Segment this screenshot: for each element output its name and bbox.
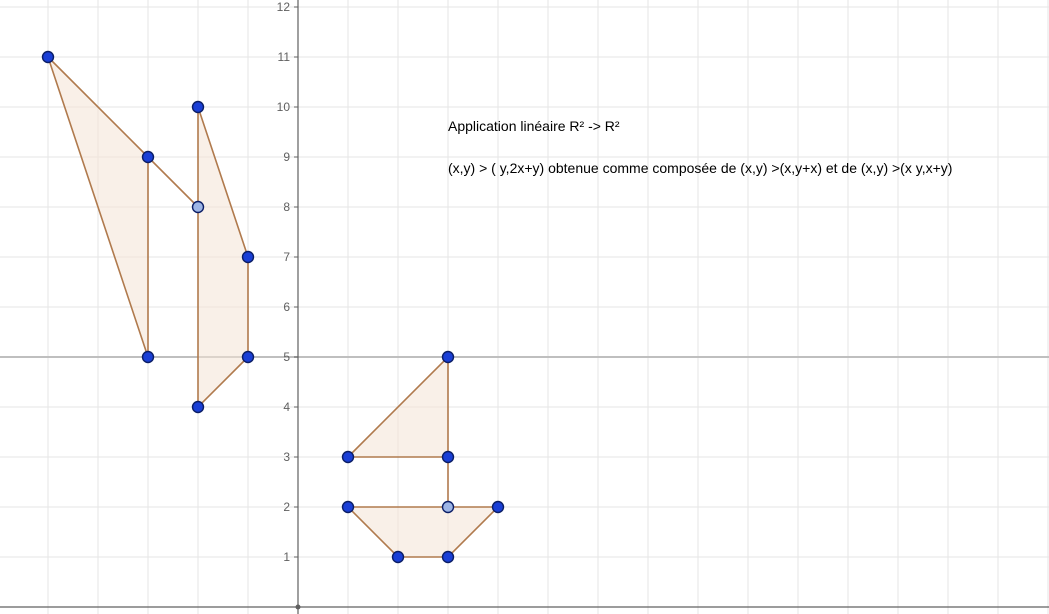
y-tick-label: 1 bbox=[283, 550, 290, 564]
geo-point-special[interactable] bbox=[193, 202, 204, 213]
y-tick-label: 8 bbox=[283, 200, 290, 214]
geo-point[interactable] bbox=[43, 52, 54, 63]
geo-point[interactable] bbox=[493, 502, 504, 513]
geo-point-special[interactable] bbox=[443, 502, 454, 513]
annotation-formula: (x,y) > ( y,2x+y) obtenue comme composée… bbox=[448, 160, 952, 176]
y-tick-label: 7 bbox=[283, 250, 290, 264]
geo-point[interactable] bbox=[243, 252, 254, 263]
geo-point[interactable] bbox=[193, 402, 204, 413]
geo-point[interactable] bbox=[443, 552, 454, 563]
origin-dot bbox=[296, 605, 301, 610]
coordinate-plane: 123456789101112 bbox=[0, 0, 1049, 614]
y-tick-label: 9 bbox=[283, 150, 290, 164]
segment bbox=[148, 157, 198, 207]
trapezoid-right bbox=[348, 507, 498, 557]
quad-left bbox=[198, 107, 248, 407]
y-tick-label: 11 bbox=[278, 50, 291, 64]
geo-point[interactable] bbox=[343, 502, 354, 513]
y-tick-label: 12 bbox=[277, 0, 291, 14]
y-tick-label: 4 bbox=[283, 400, 290, 414]
geo-point[interactable] bbox=[243, 352, 254, 363]
geo-point[interactable] bbox=[143, 352, 154, 363]
y-tick-label: 2 bbox=[283, 500, 290, 514]
geo-point[interactable] bbox=[143, 152, 154, 163]
geo-point[interactable] bbox=[343, 452, 354, 463]
geo-point[interactable] bbox=[443, 352, 454, 363]
y-tick-label: 5 bbox=[283, 350, 290, 364]
annotation-title: Application linéaire R² -> R² bbox=[448, 118, 620, 134]
geo-point[interactable] bbox=[393, 552, 404, 563]
geo-point[interactable] bbox=[443, 452, 454, 463]
y-tick-label: 10 bbox=[277, 100, 291, 114]
geo-point[interactable] bbox=[193, 102, 204, 113]
y-tick-label: 3 bbox=[283, 450, 290, 464]
y-tick-label: 6 bbox=[283, 300, 290, 314]
